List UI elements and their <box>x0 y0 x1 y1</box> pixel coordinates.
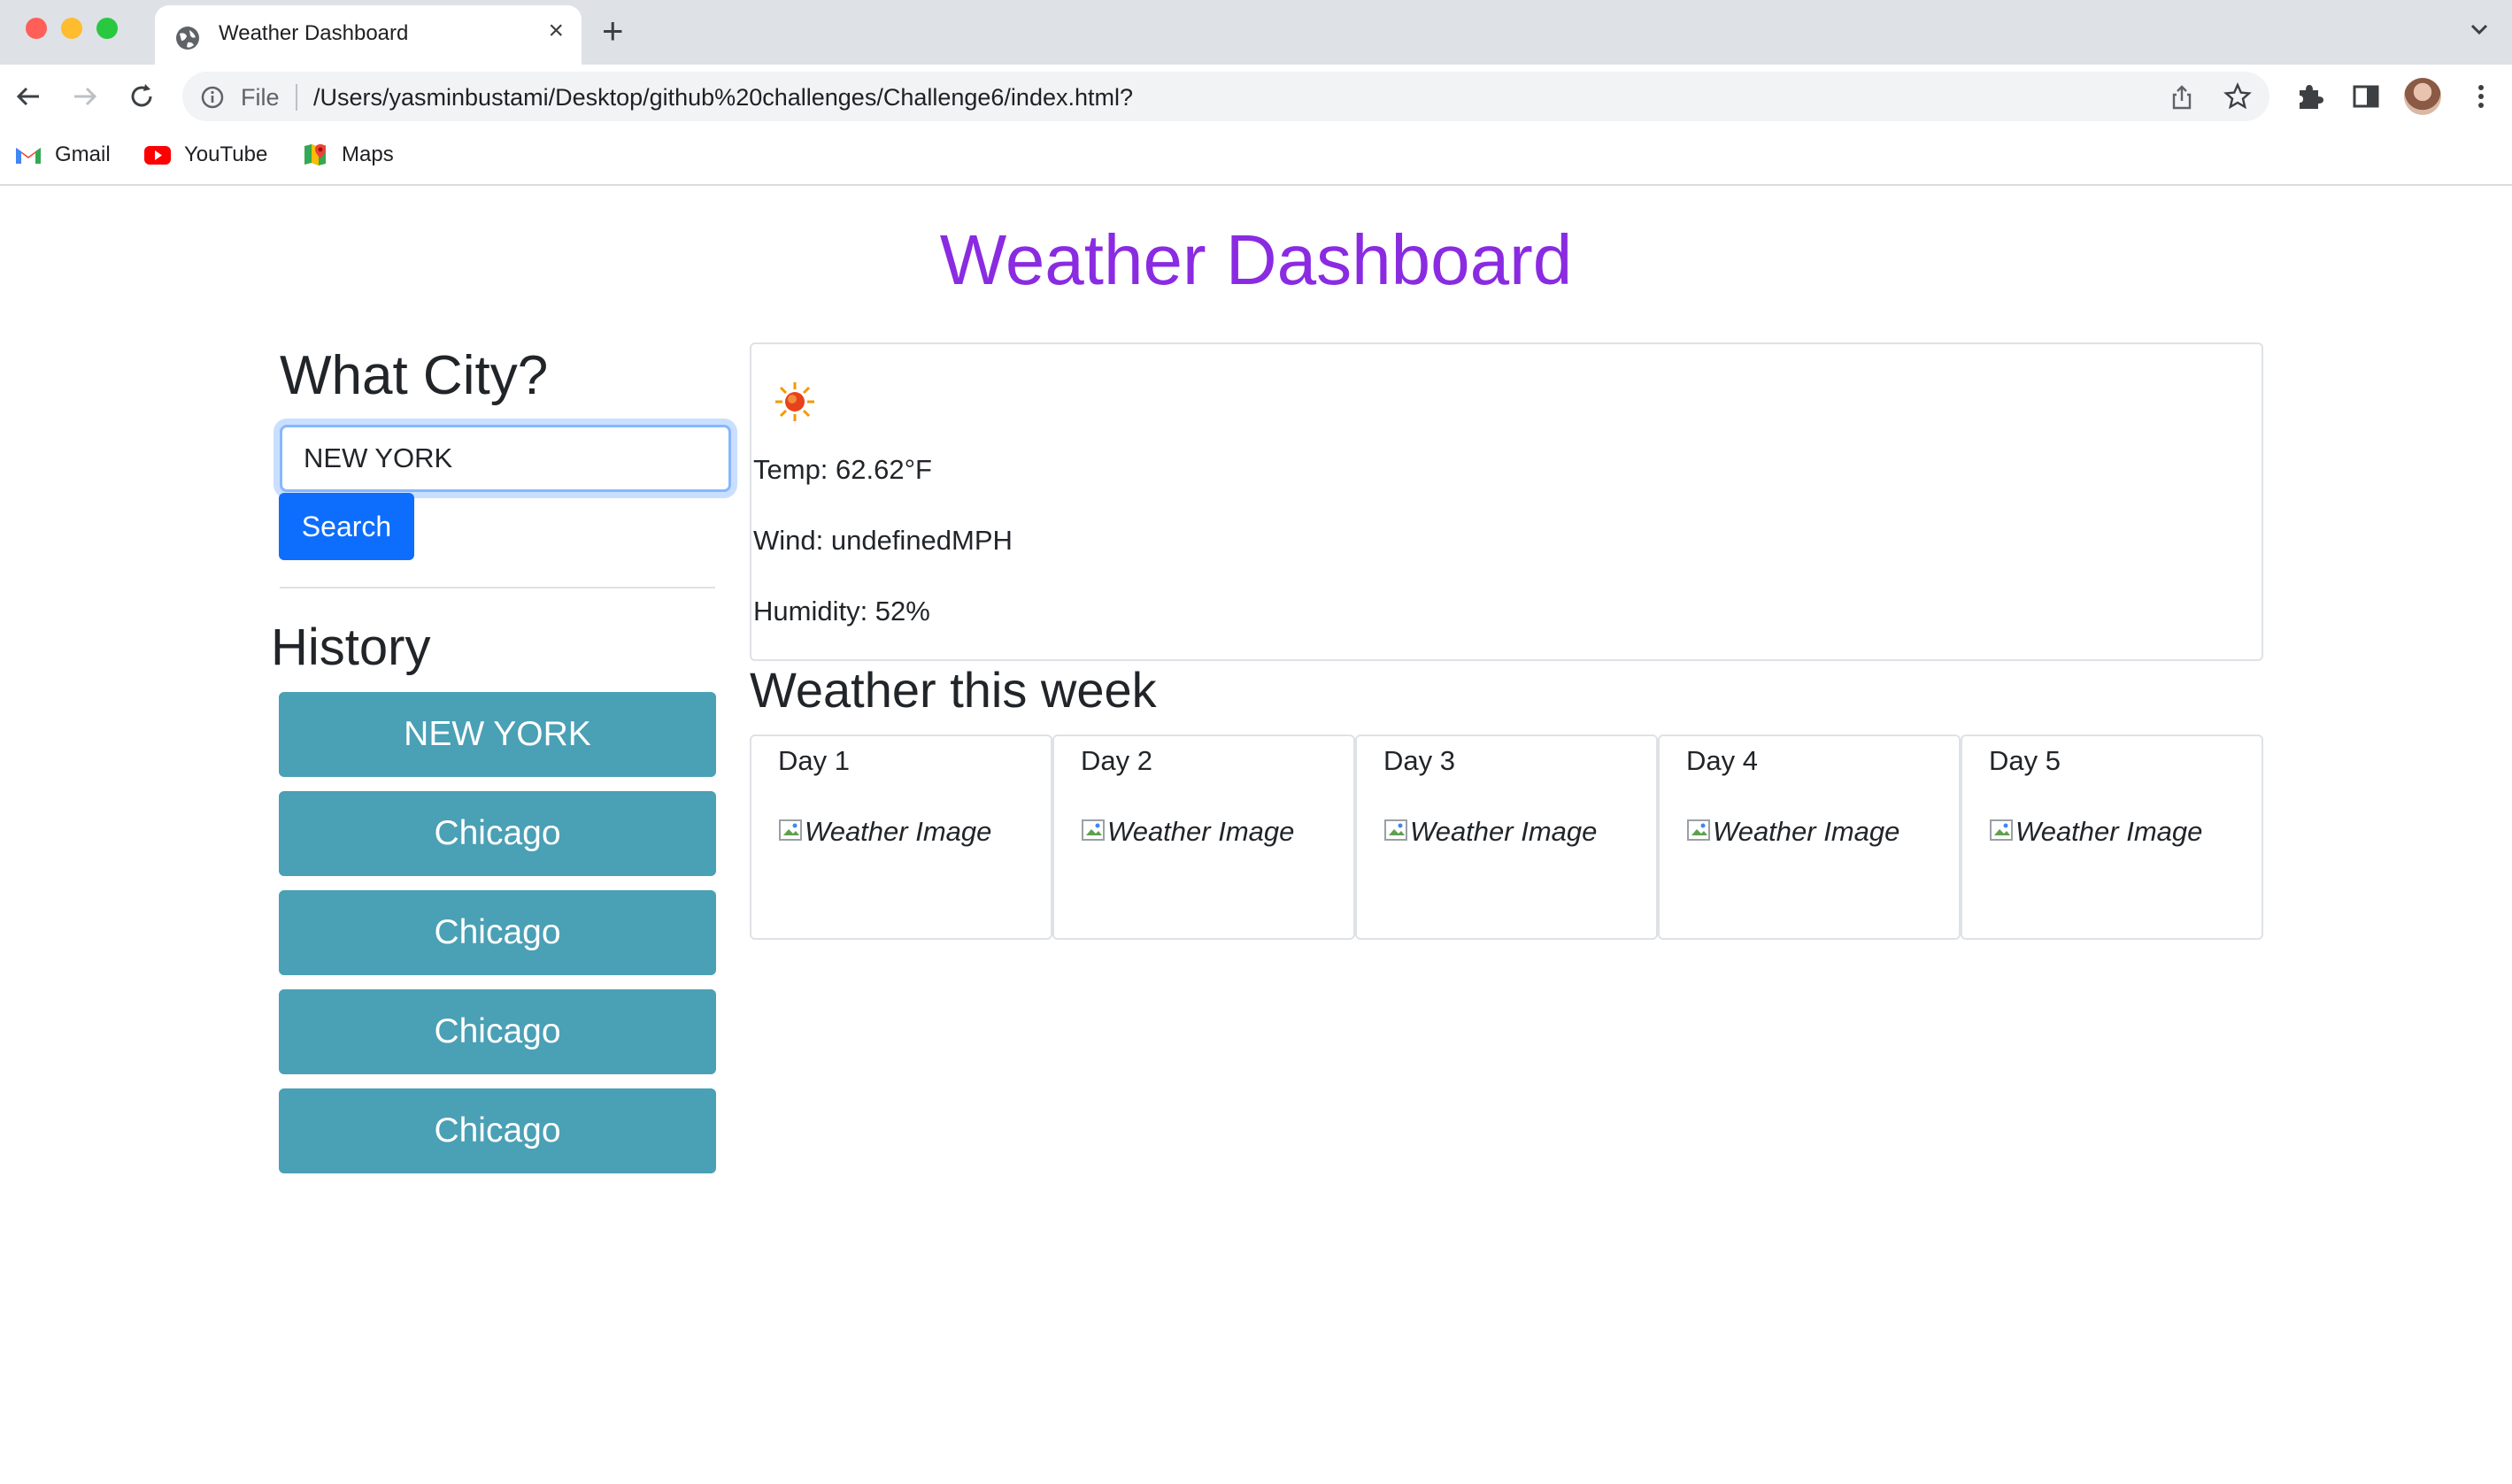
bookmark-label: YouTube <box>184 142 268 166</box>
address-bar[interactable]: File /Users/yasminbustami/Desktop/github… <box>182 72 2269 121</box>
forecast-day-card: Day 3 Weather Image <box>1355 734 1658 940</box>
forecast-day-label: Day 4 <box>1686 745 1758 776</box>
forecast-day-card: Day 1 Weather Image <box>750 734 1052 940</box>
forecast-day-card: Day 5 Weather Image <box>1961 734 2263 940</box>
history-item-button[interactable]: Chicago <box>279 1088 716 1173</box>
forecast-day-card: Day 2 Weather Image <box>1052 734 1355 940</box>
gmail-icon <box>16 148 41 164</box>
weather-image: Weather Image <box>778 816 991 848</box>
star-icon[interactable] <box>2223 82 2252 111</box>
close-window-button[interactable] <box>26 18 47 39</box>
sun-icon <box>775 382 814 421</box>
bookmarks-bar: Gmail YouTube Maps <box>0 128 2512 186</box>
tab-strip: Weather Dashboard × + <box>0 0 2512 65</box>
profile-avatar[interactable] <box>2404 78 2441 115</box>
youtube-icon <box>144 146 171 165</box>
forecast-day-label: Day 2 <box>1081 745 1152 776</box>
history-item-button[interactable]: NEW YORK <box>279 692 716 777</box>
aside-divider <box>280 587 715 588</box>
broken-image-icon <box>1990 819 2013 841</box>
current-wind: Wind: undefinedMPH <box>753 525 1013 556</box>
broken-image-icon <box>1687 819 1710 841</box>
globe-icon <box>176 27 199 50</box>
history-item-button[interactable]: Chicago <box>279 890 716 975</box>
side-panel-icon[interactable] <box>2351 81 2381 111</box>
close-tab-icon[interactable]: × <box>548 18 564 44</box>
bookmark-label: Maps <box>342 142 394 166</box>
page-title: Weather Dashboard <box>939 220 1573 299</box>
weather-image-alt: Weather Image <box>1713 816 1900 847</box>
search-button[interactable]: Search <box>279 493 414 560</box>
url-scheme-label: File <box>241 84 280 111</box>
history-item-button[interactable]: Chicago <box>279 989 716 1074</box>
weather-image-alt: Weather Image <box>1410 816 1598 847</box>
weather-image-alt: Weather Image <box>805 816 992 847</box>
forecast-day-label: Day 3 <box>1383 745 1455 776</box>
url-text[interactable]: /Users/yasminbustami/Desktop/github%20ch… <box>313 84 1133 111</box>
weather-image-alt: Weather Image <box>1107 816 1295 847</box>
chevron-down-icon[interactable] <box>2468 18 2491 41</box>
forward-arrow-icon[interactable] <box>69 81 101 112</box>
info-icon[interactable] <box>200 85 225 110</box>
forecast-day-label: Day 1 <box>778 745 850 776</box>
maps-icon <box>304 144 326 165</box>
puzzle-extension-icon[interactable] <box>2294 81 2324 111</box>
new-tab-button[interactable]: + <box>602 12 624 50</box>
weather-image: Weather Image <box>1081 816 1294 848</box>
back-arrow-icon[interactable] <box>12 81 44 112</box>
history-heading: History <box>271 619 431 676</box>
bookmark-label: Gmail <box>55 142 111 166</box>
current-temp: Temp: 62.62°F <box>753 454 932 485</box>
current-humidity: Humidity: 52% <box>753 596 930 627</box>
address-divider <box>296 84 297 111</box>
share-icon[interactable] <box>2169 84 2195 111</box>
reload-icon[interactable] <box>126 81 158 112</box>
forecast-heading: Weather this week <box>750 662 1157 718</box>
browser-toolbar: File /Users/yasminbustami/Desktop/github… <box>0 65 2512 128</box>
broken-image-icon <box>779 819 802 841</box>
history-list: NEW YORK Chicago Chicago Chicago Chicago <box>279 692 716 1188</box>
broken-image-icon <box>1384 819 1407 841</box>
city-search-heading: What City? <box>280 345 549 406</box>
maximize-window-button[interactable] <box>96 18 118 39</box>
weather-image: Weather Image <box>1686 816 1899 848</box>
minimize-window-button[interactable] <box>61 18 82 39</box>
more-menu-icon[interactable] <box>2468 81 2494 111</box>
current-weather-card: Temp: 62.62°F Wind: undefinedMPH Humidit… <box>750 342 2263 661</box>
forecast-day-card: Day 4 Weather Image <box>1658 734 1961 940</box>
tab-weather-dashboard[interactable]: Weather Dashboard × <box>155 5 582 65</box>
history-item-button[interactable]: Chicago <box>279 791 716 876</box>
broken-image-icon <box>1082 819 1105 841</box>
forecast-row: Day 1 Weather Image Day 2 Weather Image … <box>750 734 2263 940</box>
weather-image-alt: Weather Image <box>2015 816 2203 847</box>
weather-image: Weather Image <box>1989 816 2202 848</box>
weather-image: Weather Image <box>1383 816 1597 848</box>
forecast-day-label: Day 5 <box>1989 745 2061 776</box>
tab-title: Weather Dashboard <box>219 21 409 45</box>
city-search-input[interactable] <box>280 425 731 492</box>
